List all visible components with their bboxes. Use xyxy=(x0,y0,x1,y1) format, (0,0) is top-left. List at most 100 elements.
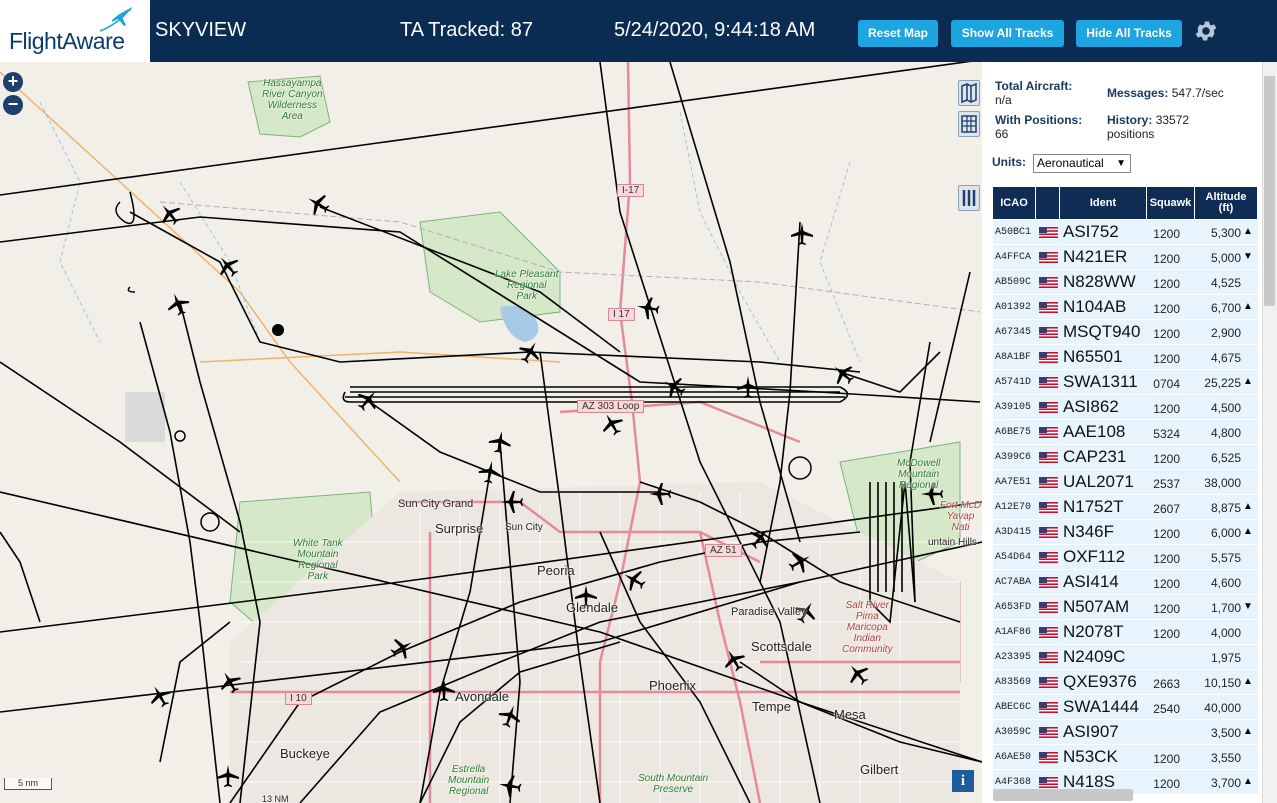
aircraft-icon[interactable] xyxy=(621,567,647,593)
aircraft-icon[interactable] xyxy=(661,374,687,400)
table-row[interactable]: A4FFCA N421ER 1200 5,000 ▼ xyxy=(993,245,1258,270)
table-row[interactable]: ABEC6C SWA1444 2540 40,000 xyxy=(993,695,1258,720)
altitude-cell: 2,900 xyxy=(1210,326,1241,340)
park-mcdowell: McDowell Mountain Regional xyxy=(897,458,941,491)
squawk-cell: 0704 xyxy=(1153,377,1180,391)
table-row[interactable]: A399C6 CAP231 1200 6,525 xyxy=(993,445,1258,470)
fort-mcdowell-nation: Fort McD Yavap Nati xyxy=(940,500,982,533)
table-row[interactable]: A6BE75 AAE108 5324 4,800 xyxy=(993,420,1258,445)
history-label: History: xyxy=(1107,113,1153,127)
aircraft-icon[interactable] xyxy=(487,429,513,455)
icao-cell: A6AE50 xyxy=(995,752,1032,763)
aircraft-icon[interactable] xyxy=(305,191,331,217)
aircraft-icon[interactable] xyxy=(215,763,241,789)
columns-icon xyxy=(962,190,976,206)
aircraft-icon[interactable] xyxy=(497,773,523,799)
table-row[interactable]: A23395 N2409C 1,975 xyxy=(993,645,1258,670)
ident-cell: ASI907 xyxy=(1063,722,1119,741)
aircraft-icon[interactable] xyxy=(599,411,625,437)
aircraft-icon[interactable] xyxy=(497,703,523,729)
aircraft-icon[interactable] xyxy=(389,635,415,661)
units-select[interactable]: Aeronautical ▼ xyxy=(1033,154,1131,173)
squawk-cell: 1200 xyxy=(1153,552,1180,566)
zoom-out-button[interactable]: − xyxy=(3,95,23,115)
map-grid-button[interactable] xyxy=(958,111,980,137)
reset-map-button[interactable]: Reset Map xyxy=(858,20,938,47)
aircraft-icon[interactable] xyxy=(830,361,856,387)
icao-cell: AA7E51 xyxy=(995,477,1032,488)
aircraft-icon[interactable] xyxy=(735,374,761,400)
aircraft-icon[interactable] xyxy=(157,201,183,227)
aircraft-icon[interactable] xyxy=(517,339,543,365)
table-row[interactable]: A653FD N507AM 1200 1,700 ▼ xyxy=(993,595,1258,620)
aircraft-icon[interactable] xyxy=(215,253,241,279)
aircraft-icon[interactable] xyxy=(647,481,673,507)
squawk-cell: 1200 xyxy=(1153,252,1180,266)
table-row[interactable]: AA7E51 UAL2071 2537 38,000 xyxy=(993,470,1258,495)
aircraft-icon[interactable] xyxy=(355,387,381,413)
aircraft-icon[interactable] xyxy=(217,669,243,695)
app-title: SKYVIEW xyxy=(155,19,247,41)
col-flag[interactable] xyxy=(1036,187,1060,219)
table-horizontal-scroll-thumb[interactable] xyxy=(993,789,1133,801)
icao-cell: A8A1BF xyxy=(995,352,1032,363)
col-icao[interactable]: ICAO xyxy=(993,187,1036,219)
us-flag-icon xyxy=(1039,752,1058,763)
col-ident[interactable]: Ident xyxy=(1060,187,1147,219)
aircraft-icon[interactable] xyxy=(165,291,191,317)
table-row[interactable]: A54D64 OXF112 1200 5,575 xyxy=(993,545,1258,570)
aircraft-icon[interactable] xyxy=(787,549,813,575)
toggle-columns-button[interactable] xyxy=(958,185,980,211)
ident-cell: OXF112 xyxy=(1063,547,1126,566)
table-row[interactable]: A3D415 N346F 1200 6,000 ▲ xyxy=(993,520,1258,545)
us-flag-icon xyxy=(1039,427,1058,438)
flightaware-logo[interactable]: FlightAware xyxy=(0,0,150,62)
icao-cell: A6BE75 xyxy=(995,427,1032,438)
map-canvas[interactable]: Hassayampa River Canyon Wilderness Area Lak… xyxy=(0,62,982,803)
table-row[interactable]: A1AF86 N2078T 1200 4,000 xyxy=(993,620,1258,645)
table-row[interactable]: A01392 N104AB 1200 6,700 ▲ xyxy=(993,295,1258,320)
show-all-tracks-button[interactable]: Show All Tracks xyxy=(951,20,1064,47)
table-row[interactable]: A8A1BF N65501 1200 4,675 xyxy=(993,345,1258,370)
hide-all-tracks-button[interactable]: Hide All Tracks xyxy=(1076,20,1182,47)
us-flag-icon xyxy=(1039,227,1058,238)
table-row[interactable]: A12E70 N1752T 2607 8,875 ▲ xyxy=(993,495,1258,520)
table-row[interactable]: A5741D SWA1311 0704 25,225 ▲ xyxy=(993,370,1258,395)
zoom-in-button[interactable]: + xyxy=(3,72,23,92)
total-aircraft-label: Total Aircraft: xyxy=(995,79,1073,93)
bottom-label: 13 NM xyxy=(262,794,289,803)
table-row[interactable]: A50BC1 ASI752 1200 5,300 ▲ xyxy=(993,220,1258,245)
aircraft-icon[interactable] xyxy=(499,489,525,515)
col-squawk[interactable]: Squawk xyxy=(1147,187,1195,219)
map-layers-button[interactable] xyxy=(958,80,980,106)
aircraft-table-body: A50BC1 ASI752 1200 5,300 ▲ A4FFCA N421ER 1200 5,… xyxy=(993,220,1258,795)
us-flag-icon xyxy=(1039,552,1058,563)
sidebar-scroll-thumb[interactable] xyxy=(1264,76,1275,306)
table-row[interactable]: A3059C ASI907 3,500 ▲ xyxy=(993,720,1258,745)
table-row[interactable]: AB509C N828WW 1200 4,525 xyxy=(993,270,1258,295)
squawk-cell: 2540 xyxy=(1153,702,1180,716)
aircraft-icon[interactable] xyxy=(747,525,773,551)
altitude-cell: 4,675 xyxy=(1210,351,1241,365)
aircraft-icon[interactable] xyxy=(477,459,503,485)
us-flag-icon xyxy=(1039,402,1058,413)
table-row[interactable]: A83569 QXE9376 2663 10,150 ▲ xyxy=(993,670,1258,695)
ident-cell: N346F xyxy=(1063,522,1115,541)
aircraft-icon[interactable] xyxy=(635,295,661,321)
aircraft-icon[interactable] xyxy=(845,661,871,687)
icao-cell: A399C6 xyxy=(995,452,1032,463)
aircraft-icon[interactable] xyxy=(431,677,457,703)
table-row[interactable]: A6AE50 N53CK 1200 3,550 xyxy=(993,745,1258,770)
table-row[interactable]: A67345 MSQT940 1200 2,900 xyxy=(993,320,1258,345)
aircraft-icon[interactable] xyxy=(147,683,173,709)
table-row[interactable]: AC7ABA ASI414 1200 4,600 xyxy=(993,570,1258,595)
us-flag-icon xyxy=(1039,602,1058,613)
table-row[interactable]: A39105 ASI862 1200 4,500 xyxy=(993,395,1258,420)
col-altitude[interactable]: Altitude (ft) xyxy=(1195,187,1258,219)
info-button[interactable]: i xyxy=(952,770,974,792)
place-tempe: Tempe xyxy=(752,699,792,714)
aircraft-icon[interactable] xyxy=(789,221,815,247)
gear-icon[interactable] xyxy=(1193,18,1219,44)
aircraft-icon[interactable] xyxy=(721,647,747,673)
us-flag-icon xyxy=(1039,677,1058,688)
